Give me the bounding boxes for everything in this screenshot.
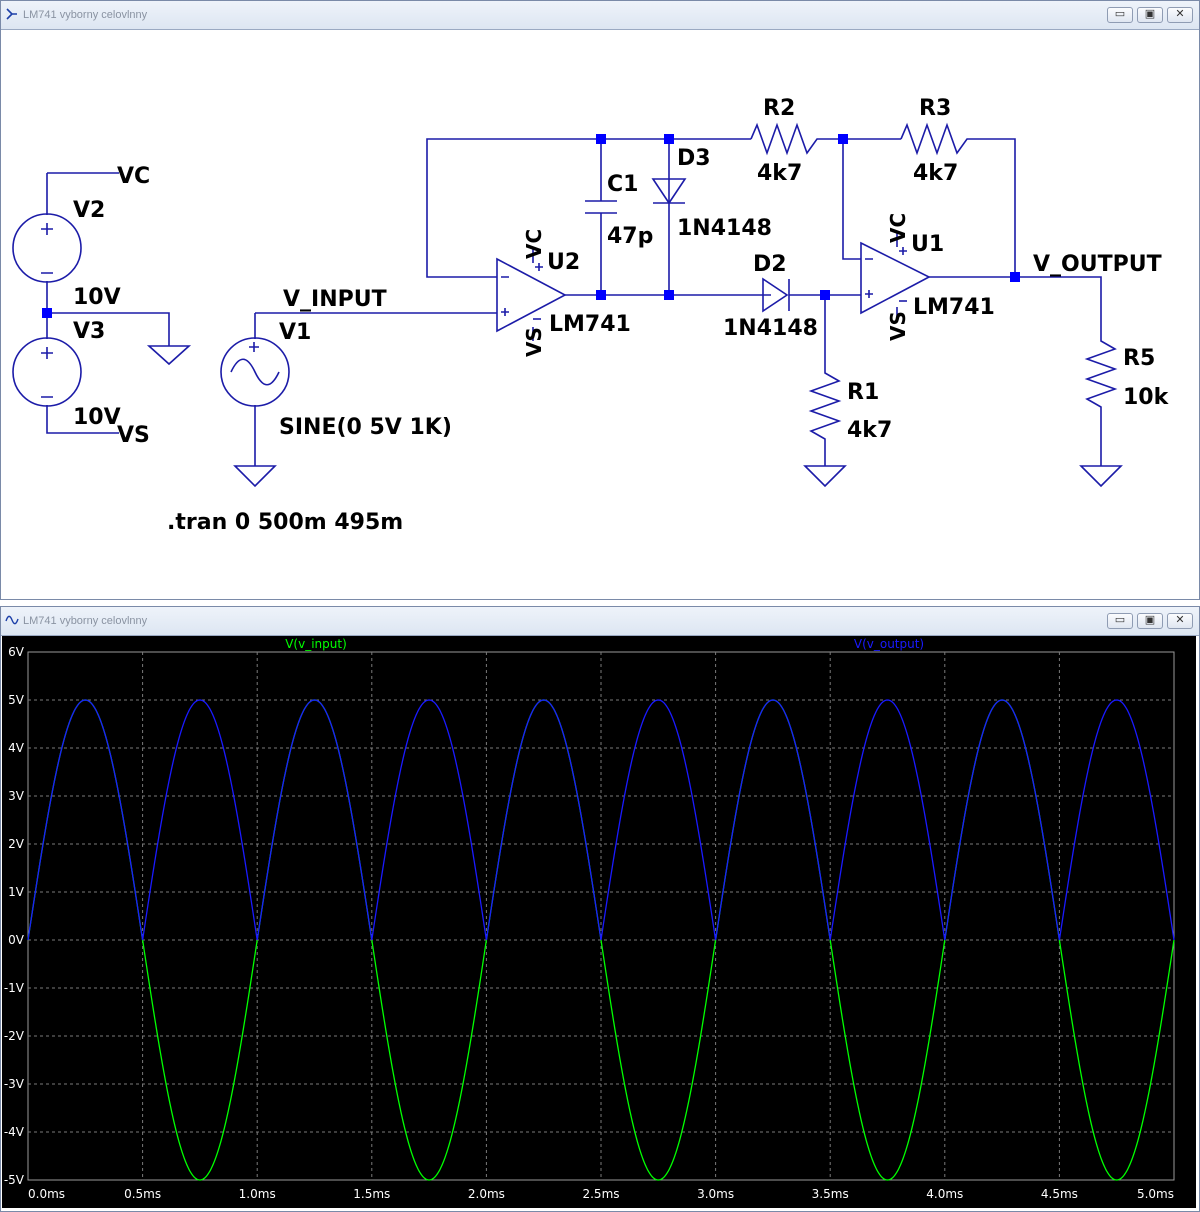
restore-icon: ▣ <box>1144 613 1156 626</box>
y-tick-label: -4V <box>4 1125 25 1139</box>
net-label-v-output: V_OUTPUT <box>1033 252 1162 277</box>
y-tick-label: -5V <box>4 1173 25 1187</box>
schematic-window: LM741 vyborny celovlnny ▭ ▣ ✕ VC V2 10V … <box>0 0 1200 600</box>
y-tick-label: 0V <box>8 933 25 947</box>
r3-value: 4k7 <box>913 161 958 186</box>
r1-label: R1 <box>847 380 879 405</box>
schematic-window-title: LM741 vyborny celovlnny <box>23 9 148 21</box>
y-tick-label: -3V <box>4 1077 25 1091</box>
ltspice-schematic-icon <box>6 8 17 20</box>
r5-label: R5 <box>1123 346 1155 371</box>
y-tick-label: 2V <box>8 837 25 851</box>
v2-label: V2 <box>73 198 105 223</box>
x-tick-label: 4.5ms <box>1041 1187 1078 1201</box>
restore-button[interactable]: ▣ <box>1137 613 1163 629</box>
d2-label: D2 <box>753 252 787 277</box>
x-tick-label: 1.5ms <box>353 1187 390 1201</box>
minimize-icon: ▭ <box>1114 613 1126 626</box>
x-tick-label: 5.0ms <box>1137 1187 1174 1201</box>
u1-vs-pin-label: VS <box>886 311 910 341</box>
minimize-button[interactable]: ▭ <box>1107 7 1133 23</box>
restore-icon: ▣ <box>1144 7 1156 20</box>
v1-label: V1 <box>279 320 311 345</box>
net-label-v-input: V_INPUT <box>283 287 387 312</box>
schematic-titlebar[interactable]: LM741 vyborny celovlnny ▭ ▣ ✕ <box>1 1 1199 30</box>
schematic-canvas[interactable]: VC V2 10V V3 10V VS V_INPUT V1 SINE(0 5V… <box>3 30 1197 597</box>
d2-value: 1N4148 <box>723 316 818 341</box>
u1-model: LM741 <box>913 295 995 320</box>
v1-value: SINE(0 5V 1K) <box>279 415 452 440</box>
waveform-window-title: LM741 vyborny celovlnny <box>23 615 148 627</box>
v3-label: V3 <box>73 319 105 344</box>
close-button[interactable]: ✕ <box>1167 7 1193 23</box>
waveform-viewer-icon <box>5 615 19 625</box>
close-icon: ✕ <box>1175 7 1185 20</box>
x-tick-label: 4.0ms <box>926 1187 963 1201</box>
r2-label: R2 <box>763 96 795 121</box>
y-tick-label: 1V <box>8 885 25 899</box>
d3-label: D3 <box>677 146 711 171</box>
r3-label: R3 <box>919 96 951 121</box>
y-tick-label: -2V <box>4 1029 25 1043</box>
x-tick-label: 2.5ms <box>582 1187 619 1201</box>
x-tick-label: 2.0ms <box>468 1187 505 1201</box>
y-tick-label: -1V <box>4 981 25 995</box>
u2-vs-pin-label: VS <box>522 327 546 357</box>
r2-value: 4k7 <box>757 161 802 186</box>
close-icon: ✕ <box>1175 613 1185 626</box>
minimize-icon: ▭ <box>1114 7 1126 20</box>
x-tick-label: 3.0ms <box>697 1187 734 1201</box>
c1-value: 47p <box>607 224 653 249</box>
y-tick-label: 6V <box>8 645 25 659</box>
y-tick-label: 4V <box>8 741 25 755</box>
v2-value: 10V <box>73 285 121 310</box>
x-tick-label: 3.5ms <box>812 1187 849 1201</box>
x-tick-label: 0.0ms <box>28 1187 65 1201</box>
close-button[interactable]: ✕ <box>1167 613 1193 629</box>
legend-item[interactable]: V(v_output) <box>854 637 924 651</box>
waveform-titlebar[interactable]: LM741 vyborny celovlnny ▭ ▣ ✕ <box>1 607 1199 636</box>
vc-supply-label: VC <box>117 164 150 189</box>
d3-value: 1N4148 <box>677 216 772 241</box>
y-tick-label: 5V <box>8 693 25 707</box>
waveform-plot[interactable]: 0.0ms 0.5ms 1.0ms 1.5ms 2.0ms 2.5ms 3.0ms 3.5ms… <box>2 636 1196 1208</box>
u2-model: LM741 <box>549 312 631 337</box>
r5-value: 10k <box>1123 385 1170 410</box>
minimize-button[interactable]: ▭ <box>1107 613 1133 629</box>
y-tick-label: 3V <box>8 789 25 803</box>
plot-background <box>2 636 1196 1208</box>
u2-vc-pin-label: VC <box>522 229 546 259</box>
x-tick-label: 1.0ms <box>239 1187 276 1201</box>
legend-item[interactable]: V(v_input) <box>285 637 347 651</box>
r1-value: 4k7 <box>847 418 892 443</box>
restore-button[interactable]: ▣ <box>1137 7 1163 23</box>
u2-label: U2 <box>547 250 580 275</box>
x-tick-label: 0.5ms <box>124 1187 161 1201</box>
tran-directive[interactable]: .tran 0 500m 495m <box>167 510 403 535</box>
u1-label: U1 <box>911 232 944 257</box>
c1-label: C1 <box>607 172 638 197</box>
u1-vc-pin-label: VC <box>886 213 910 243</box>
vs-supply-label: VS <box>117 423 150 448</box>
v3-value: 10V <box>73 405 121 430</box>
